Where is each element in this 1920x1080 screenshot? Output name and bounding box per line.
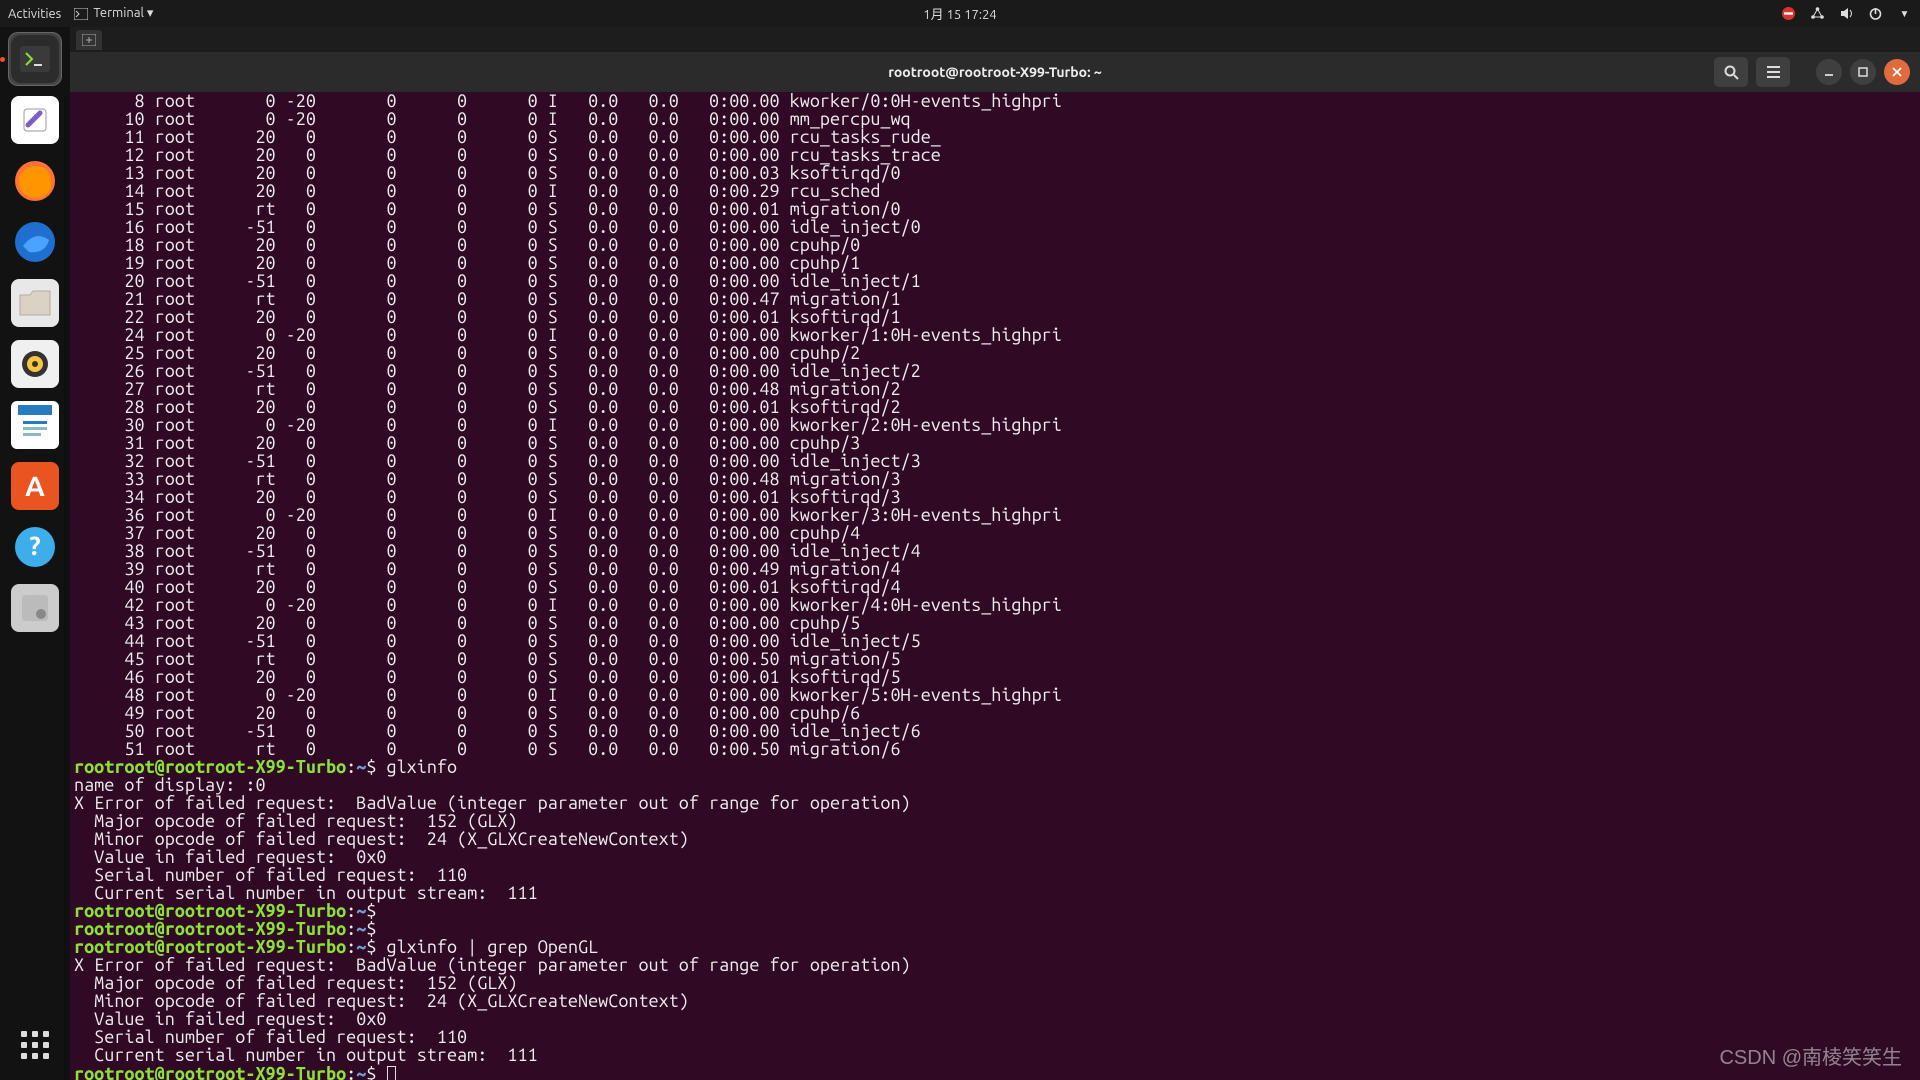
terminal-output[interactable]: 8 root 0 -20 0 0 0 I 0.0 0.0 0:00.00 kwo… <box>70 92 1920 1080</box>
dock-help[interactable]: ? <box>8 520 62 574</box>
dock-text-editor[interactable] <box>8 93 62 147</box>
dock-rhythmbox[interactable] <box>8 337 62 391</box>
app-menu-label: Terminal ▾ <box>93 6 153 21</box>
terminal-window: rootroot@rootroot-X99-Turbo: ~ 8 root 0 … <box>70 27 1920 1080</box>
chevron-down-icon[interactable]: ▼ <box>1897 6 1912 21</box>
power-icon[interactable] <box>1868 6 1883 21</box>
activities-button[interactable]: Activities <box>8 7 61 21</box>
svg-text:?: ? <box>29 531 40 560</box>
dock-terminal[interactable] <box>8 32 62 86</box>
dock-show-apps[interactable] <box>8 1018 62 1072</box>
titlebar: rootroot@rootroot-X99-Turbo: ~ <box>70 52 1920 92</box>
search-button[interactable] <box>1714 57 1748 87</box>
watermark: CSDN @南棱笑笑生 <box>1719 1041 1902 1070</box>
dock-disk[interactable] <box>8 581 62 635</box>
no-entry-icon[interactable] <box>1781 6 1796 21</box>
dock-libreoffice-writer[interactable] <box>8 398 62 452</box>
dock-thunderbird[interactable] <box>8 215 62 269</box>
network-icon[interactable] <box>1810 6 1825 21</box>
new-tab-button[interactable] <box>76 30 102 50</box>
dock-files[interactable] <box>8 276 62 330</box>
app-menu[interactable]: Terminal ▾ <box>73 6 153 21</box>
minimize-button[interactable] <box>1816 59 1842 85</box>
terminal-app-icon <box>73 6 88 21</box>
volume-icon[interactable] <box>1839 6 1854 21</box>
tab-strip <box>70 27 1920 52</box>
clock[interactable]: 1月 15 17:24 <box>923 4 996 23</box>
dock-software[interactable]: A <box>8 459 62 513</box>
close-button[interactable] <box>1884 59 1910 85</box>
gnome-topbar: Activities Terminal ▾ 1月 15 17:24 ▼ <box>0 0 1920 27</box>
maximize-button[interactable] <box>1850 59 1876 85</box>
dock-firefox[interactable] <box>8 154 62 208</box>
hamburger-menu-button[interactable] <box>1756 57 1790 87</box>
dock: A ? <box>0 27 70 1080</box>
window-title: rootroot@rootroot-X99-Turbo: ~ <box>888 64 1102 80</box>
